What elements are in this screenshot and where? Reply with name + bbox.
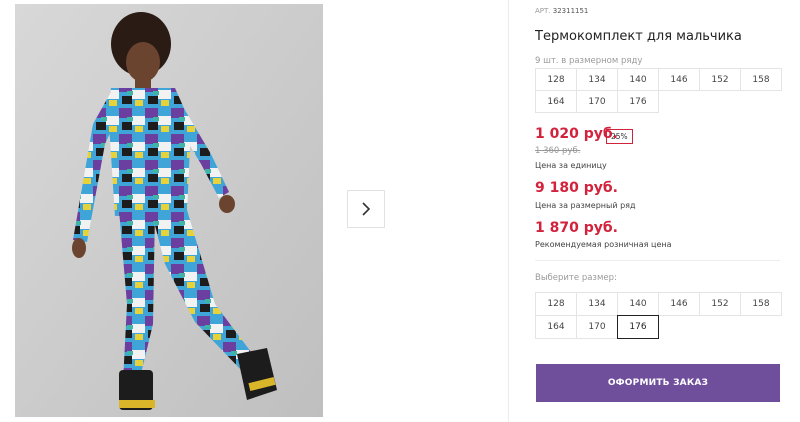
size-row-cell: 128 — [535, 68, 577, 91]
choose-size-label: Выберите размер: — [535, 273, 617, 283]
size-option-176[interactable]: 176 — [617, 315, 659, 339]
retail-price-caption: Рекомендуемая розничная цена — [535, 240, 672, 249]
unit-price-caption: Цена за единицу — [535, 161, 607, 170]
old-price: 1 360 руб. — [535, 146, 581, 156]
column-divider — [508, 0, 509, 422]
retail-price: 1 870 руб. — [535, 220, 618, 236]
row-price: 9 180 руб. — [535, 180, 618, 196]
size-option-146[interactable]: 146 — [658, 292, 700, 316]
size-row-note: 9 шт. в размерном ряду — [535, 56, 643, 66]
section-divider — [535, 260, 780, 261]
size-row-cell: 140 — [617, 68, 659, 91]
product-title: Термокомплект для мальчика — [535, 29, 742, 44]
article-number: АРТ. 32311151 — [535, 7, 588, 15]
size-option-170[interactable]: 170 — [576, 315, 618, 339]
size-row-table: 128 134 140 146 152 158 164 170 176 — [535, 68, 782, 113]
size-row-cell: 164 — [535, 90, 577, 113]
size-option-134[interactable]: 134 — [576, 292, 618, 316]
chevron-right-icon — [362, 202, 371, 216]
article-value: 32311151 — [552, 7, 589, 15]
product-gallery — [0, 0, 508, 422]
product-photo[interactable] — [15, 4, 323, 417]
size-option-164[interactable]: 164 — [535, 315, 577, 339]
size-row-cell: 152 — [699, 68, 741, 91]
next-image-button[interactable] — [347, 190, 385, 228]
place-order-button[interactable]: ОФОРМИТЬ ЗАКАЗ — [536, 364, 780, 402]
size-option-128[interactable]: 128 — [535, 292, 577, 316]
size-row-cell: 146 — [658, 68, 700, 91]
size-option-152[interactable]: 152 — [699, 292, 741, 316]
size-option-158[interactable]: 158 — [740, 292, 782, 316]
size-row-cell: 134 — [576, 68, 618, 91]
product-photo-image — [15, 4, 323, 417]
discount-badge: 25% — [606, 129, 633, 144]
size-row-cell: 158 — [740, 68, 782, 91]
row-price-caption: Цена за размерный ряд — [535, 201, 636, 210]
size-option-140[interactable]: 140 — [617, 292, 659, 316]
size-row-cell: 170 — [576, 90, 618, 113]
article-label: АРТ. — [535, 7, 551, 15]
size-picker: 128 134 140 146 152 158 164 170 176 — [535, 292, 782, 339]
size-row-cell: 176 — [617, 90, 659, 113]
